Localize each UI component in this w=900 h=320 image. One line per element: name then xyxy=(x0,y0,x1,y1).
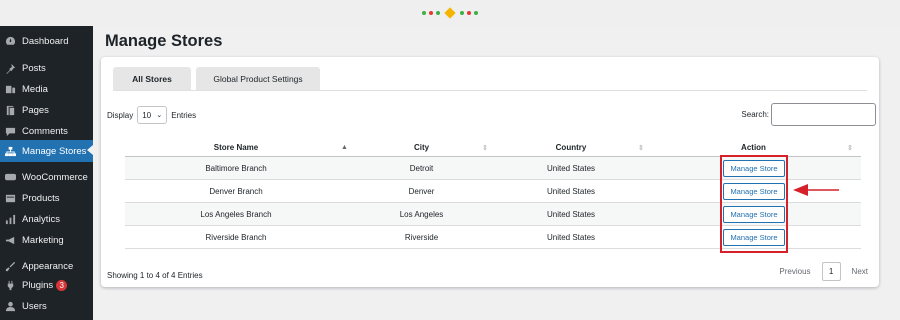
sidebar-item-appearance[interactable]: Appearance xyxy=(0,256,93,277)
city-cell: Los Angeles xyxy=(399,209,444,219)
page-size-value: 10 xyxy=(142,110,152,120)
chevron-down-icon: ⌄ xyxy=(156,112,163,119)
sidebar-item-products[interactable]: Products xyxy=(0,188,93,209)
brush-icon xyxy=(4,261,16,273)
manage-store-highlight-box xyxy=(720,155,788,253)
page-title: Manage Stores xyxy=(105,32,223,50)
city-cell: Denver xyxy=(408,186,435,196)
sidebar-item-label: Analytics xyxy=(22,214,61,225)
sidebar-item-users[interactable]: Users xyxy=(0,296,93,317)
sidebar-item-label: Pages xyxy=(22,105,49,116)
sidebar-item-woocommerce[interactable]: WooCommerce xyxy=(0,167,93,188)
sort-icon: ⇕ xyxy=(847,144,853,152)
browser-top-bar xyxy=(0,0,900,26)
page-number-button[interactable]: 1 xyxy=(821,262,841,281)
page-icon xyxy=(4,105,16,117)
sidebar-item-label: WooCommerce xyxy=(22,172,88,183)
entries-label: Entries xyxy=(171,110,197,120)
column-header-action[interactable]: Action xyxy=(646,139,861,156)
sidebar-item-dashboard[interactable]: Dashboard xyxy=(0,31,93,52)
tab-all-stores[interactable]: All Stores xyxy=(113,67,191,90)
sidebar-item-label: Posts xyxy=(22,63,46,74)
sort-icon: ⇕ xyxy=(482,144,488,152)
admin-sidebar: Dashboard Posts Media Pages Comments Man… xyxy=(0,26,93,320)
entries-info: Showing 1 to 4 of 4 Entries xyxy=(107,271,203,280)
sidebar-item-media[interactable]: Media xyxy=(0,79,93,100)
column-header-store-name[interactable]: Store Name xyxy=(125,139,347,156)
country-cell: United States xyxy=(546,163,596,173)
sidebar-item-marketing[interactable]: Marketing xyxy=(0,230,93,251)
store-name-cell: Riverside Branch xyxy=(205,232,267,242)
sidebar-item-label: Users xyxy=(22,301,47,312)
sort-icon: ⇕ xyxy=(638,144,644,152)
dot-icon xyxy=(429,11,433,15)
tab-divider xyxy=(113,90,867,91)
sidebar-item-analytics[interactable]: Analytics xyxy=(0,209,93,230)
pagination: Previous 1 Next xyxy=(779,262,868,281)
country-cell: United States xyxy=(546,232,596,242)
dot-icon xyxy=(460,11,464,15)
sidebar-item-label: Manage Stores xyxy=(22,145,87,157)
country-cell: United States xyxy=(546,186,596,196)
column-header-country[interactable]: Country xyxy=(496,139,646,156)
store-name-cell: Los Angeles Branch xyxy=(200,209,272,219)
sidebar-item-label: Marketing xyxy=(22,235,64,246)
store-name-cell: Denver Branch xyxy=(209,186,263,196)
red-arrow-annotation-icon xyxy=(793,184,839,196)
dot-icon xyxy=(436,11,440,15)
megaphone-icon xyxy=(4,235,16,247)
country-cell: United States xyxy=(546,209,596,219)
plugins-update-badge: 3 xyxy=(56,280,68,291)
diamond-logo-icon xyxy=(444,7,456,19)
sidebar-item-posts[interactable]: Posts xyxy=(0,58,93,79)
column-header-city[interactable]: City xyxy=(347,139,496,156)
tab-global-product-settings[interactable]: Global Product Settings xyxy=(196,67,320,90)
sidebar-item-label: Media xyxy=(22,84,48,95)
search-input[interactable] xyxy=(771,103,876,126)
page-size-control: Display 10 ⌄ Entries xyxy=(107,106,196,124)
display-label: Display xyxy=(107,110,134,120)
products-icon xyxy=(4,193,16,205)
comment-icon xyxy=(4,126,16,138)
sidebar-item-label: Appearance xyxy=(22,261,74,272)
sidebar-item-manage-stores[interactable]: Manage Stores xyxy=(0,140,93,162)
bar-chart-icon xyxy=(4,214,16,226)
sidebar-item-label: Comments xyxy=(22,126,68,137)
dot-icon xyxy=(422,11,426,15)
sidebar-item-plugins[interactable]: Plugins 3 xyxy=(0,275,93,296)
media-icon xyxy=(4,84,16,96)
sidebar-item-label: Dashboard xyxy=(22,36,69,47)
dot-icon xyxy=(474,11,478,15)
plug-icon xyxy=(4,280,16,292)
dot-icon xyxy=(467,11,471,15)
previous-page-button[interactable]: Previous xyxy=(779,267,810,276)
sidebar-item-pages[interactable]: Pages xyxy=(0,100,93,121)
sidebar-item-label: Plugins xyxy=(22,280,54,291)
sidebar-item-label: Products xyxy=(22,193,60,204)
store-network-icon xyxy=(4,145,16,157)
search-label: Search: xyxy=(741,110,769,119)
city-cell: Riverside xyxy=(404,232,439,242)
page-size-select[interactable]: 10 ⌄ xyxy=(137,106,168,124)
sidebar-item-comments[interactable]: Comments xyxy=(0,121,93,142)
next-page-button[interactable]: Next xyxy=(852,267,868,276)
search-control: Search: xyxy=(741,103,876,126)
store-name-cell: Baltimore Branch xyxy=(205,163,267,173)
woo-icon xyxy=(4,172,16,184)
city-cell: Detroit xyxy=(409,163,434,173)
user-icon xyxy=(4,301,16,313)
pin-icon xyxy=(4,63,16,75)
dashboard-icon xyxy=(4,36,16,48)
